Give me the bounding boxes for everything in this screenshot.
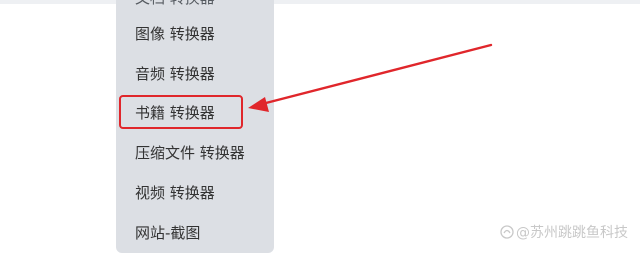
watermark-text: @苏州跳跳鱼科技 bbox=[516, 225, 628, 241]
menu-item-ebook-converter[interactable]: 书籍 转换器 bbox=[135, 103, 215, 123]
converter-dropdown-menu: 文档 转换器 图像 转换器 音频 转换器 书籍 转换器 压缩文件 转换器 视频 … bbox=[116, 0, 274, 253]
menu-item-audio-converter[interactable]: 音频 转换器 bbox=[135, 64, 215, 84]
annotation-arrow bbox=[248, 43, 493, 112]
page-top-strip bbox=[0, 0, 640, 4]
menu-item-document-converter[interactable]: 文档 转换器 bbox=[135, 0, 215, 8]
menu-item-image-converter[interactable]: 图像 转换器 bbox=[135, 24, 215, 44]
menu-item-video-converter[interactable]: 视频 转换器 bbox=[135, 183, 215, 203]
watermark-logo-icon bbox=[500, 225, 514, 239]
menu-item-archive-converter[interactable]: 压缩文件 转换器 bbox=[135, 143, 245, 163]
menu-item-website-screenshot[interactable]: 网站-截图 bbox=[135, 223, 200, 243]
watermark: @苏州跳跳鱼科技 bbox=[500, 222, 628, 242]
